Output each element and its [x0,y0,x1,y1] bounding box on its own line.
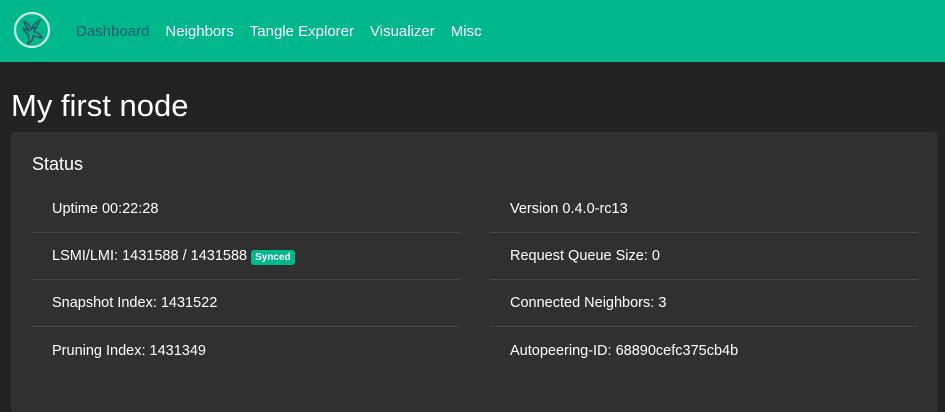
uptime-row: Uptime 00:22:28 [32,186,460,233]
nav-links: Dashboard Neighbors Tangle Explorer Visu… [76,0,498,62]
request-queue-row: Request Queue Size: 0 [490,233,918,280]
status-right-column: Version 0.4.0-rc13 Request Queue Size: 0… [490,186,918,374]
connected-neighbors-row: Connected Neighbors: 3 [490,280,918,327]
uptime-value: Uptime 00:22:28 [52,201,159,217]
autopeering-id-row: Autopeering-ID: 68890cefc375cb4b [490,327,918,374]
version-value: Version 0.4.0-rc13 [510,201,628,217]
autopeering-id-value: Autopeering-ID: 68890cefc375cb4b [510,342,739,359]
nav-dashboard[interactable]: Dashboard [76,23,149,40]
status-card: Status Uptime 00:22:28 LSMI/LMI: 1431588… [11,132,938,412]
page-title: My first node [11,88,189,123]
version-row: Version 0.4.0-rc13 [490,186,918,233]
connected-neighbors-value: Connected Neighbors: 3 [510,295,667,311]
snapshot-index-value: Snapshot Index: 1431522 [52,295,218,311]
top-navbar: Dashboard Neighbors Tangle Explorer Visu… [0,0,945,62]
nav-neighbors[interactable]: Neighbors [165,23,233,40]
lsmi-value: LSMI/LMI: 1431588 / 1431588 [52,248,248,264]
nav-visualizer[interactable]: Visualizer [370,23,435,40]
request-queue-value: Request Queue Size: 0 [510,248,660,264]
lsmi-row: LSMI/LMI: 1431588 / 1431588 Synced [32,233,460,280]
snapshot-index-row: Snapshot Index: 1431522 [32,280,460,327]
nav-tangle-explorer[interactable]: Tangle Explorer [250,23,354,40]
status-card-title: Status [32,154,84,174]
pruning-index-value: Pruning Index: 1431349 [52,342,206,359]
pruning-index-row: Pruning Index: 1431349 [32,327,460,374]
nav-misc[interactable]: Misc [451,23,482,40]
status-left-column: Uptime 00:22:28 LSMI/LMI: 1431588 / 1431… [32,186,460,374]
synced-badge: Synced [251,249,295,265]
hummingbird-logo-icon[interactable] [13,11,51,49]
